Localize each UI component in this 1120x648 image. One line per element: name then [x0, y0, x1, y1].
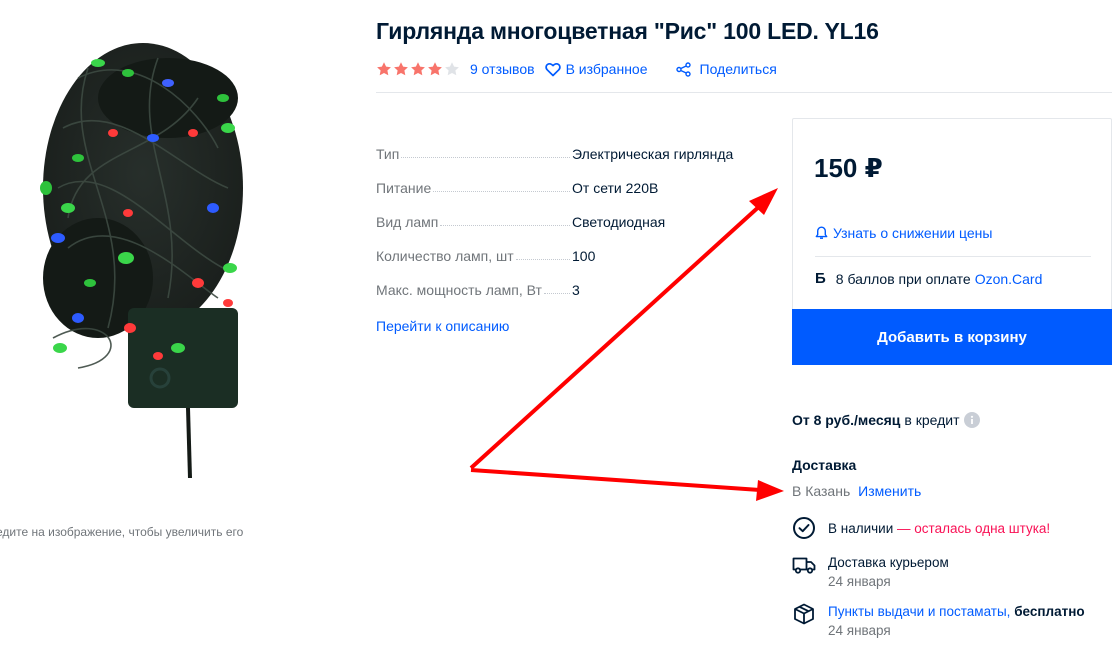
- favorite-label: В избранное: [565, 61, 648, 77]
- spec-value: Электрическая гирлянда: [572, 146, 734, 162]
- credit-row: От 8 руб./месяц в кредит: [792, 412, 980, 428]
- pickup-date: 24 января: [828, 623, 891, 638]
- courier-date: 24 января: [828, 574, 891, 589]
- courier-label: Доставка курьером: [828, 555, 949, 570]
- spec-dots: [515, 259, 570, 260]
- spec-dots: [440, 225, 570, 226]
- star-filled-icon: [394, 62, 408, 76]
- credit-suffix: в кредит: [904, 412, 960, 428]
- city-name: В Казань: [792, 483, 851, 499]
- spec-row: Макс. мощность ламп, Вт 3: [376, 280, 756, 314]
- ozon-card-link[interactable]: Ozon.Card: [975, 271, 1043, 287]
- product-meta: 9 отзывов В избранное Поделиться: [376, 60, 777, 78]
- spec-row: Количество ламп, шт 100: [376, 246, 756, 280]
- arrow-to-city: [470, 468, 761, 492]
- spec-name: Вид ламп: [376, 214, 439, 230]
- price: 150 ₽: [814, 153, 883, 183]
- notify-label: Узнать о снижении цены: [833, 225, 993, 241]
- stock-label: В наличии: [828, 521, 894, 536]
- spec-name: Макс. мощность ламп, Вт: [376, 282, 542, 298]
- spec-name: Питание: [376, 180, 432, 196]
- bell-icon: [815, 226, 828, 239]
- star-filled-icon: [377, 62, 391, 76]
- stock-row: В наличии — осталась одна штука!: [792, 516, 1050, 540]
- truck-icon: [792, 557, 816, 574]
- spec-row: Тип Электрическая гирлянда: [376, 144, 756, 178]
- box-icon: [794, 603, 814, 625]
- courier-row: Доставка курьером 24 января: [792, 553, 949, 591]
- share-label: Поделиться: [699, 61, 777, 77]
- spec-name: Количество ламп, шт: [376, 248, 514, 264]
- bonus-text: 8 баллов при оплате: [835, 270, 971, 287]
- share-button[interactable]: Поделиться: [675, 61, 777, 77]
- price-drop-notify-link[interactable]: Узнать о снижении цены: [815, 225, 992, 241]
- spec-row: Вид ламп Светодиодная: [376, 212, 756, 246]
- spec-dots: [401, 157, 570, 158]
- pickup-row: Пункты выдачи и постаматы, бесплатно 24 …: [792, 602, 1085, 640]
- spec-name: Тип: [376, 146, 400, 162]
- description-link[interactable]: Перейти к описанию: [376, 318, 509, 334]
- delivery-city-row: В Казань Изменить: [792, 483, 921, 499]
- spec-value: 100: [572, 248, 596, 264]
- info-icon[interactable]: [963, 412, 980, 428]
- spec-row: Питание От сети 220В: [376, 178, 756, 212]
- add-to-cart-button[interactable]: Добавить в корзину: [792, 309, 1112, 365]
- delivery-title: Доставка: [792, 457, 857, 473]
- share-icon: [675, 61, 691, 77]
- specs-list: Тип Электрическая гирлянда Питание От се…: [376, 144, 756, 314]
- heart-icon: [544, 62, 561, 76]
- reviews-link[interactable]: 9 отзывов: [470, 61, 535, 77]
- zoom-hint: едите на изображение, чтобы увеличить ег…: [0, 525, 244, 539]
- star-empty-icon: [445, 62, 459, 76]
- spec-value: 3: [572, 282, 580, 298]
- product-title: Гирлянда многоцветная "Рис" 100 LED. YL1…: [376, 18, 879, 44]
- pickup-price: бесплатно: [1014, 604, 1085, 619]
- spec-dots: [543, 293, 570, 294]
- change-city-link[interactable]: Изменить: [858, 483, 921, 499]
- divider: [815, 256, 1091, 257]
- star-filled-icon: [411, 62, 425, 76]
- pickup-points-link[interactable]: Пункты выдачи и постаматы,: [828, 604, 1010, 619]
- spec-dots: [433, 191, 570, 192]
- favorite-button[interactable]: В избранное: [544, 61, 648, 77]
- star-filled-icon: [428, 62, 442, 76]
- spec-value: От сети 220В: [572, 180, 659, 196]
- product-image[interactable]: [18, 38, 258, 478]
- stock-warning: — осталась одна штука!: [897, 521, 1051, 536]
- spec-value: Светодиодная: [572, 214, 666, 230]
- arrow-head: [756, 480, 784, 501]
- check-circle-icon: [793, 517, 815, 539]
- rating-stars[interactable]: [376, 61, 460, 77]
- credit-amount: От 8 руб./месяц: [792, 412, 901, 428]
- bonus-row: Б 8 баллов при оплате Ozon.Card: [815, 270, 1042, 287]
- divider: [376, 92, 1112, 93]
- bonus-icon: Б: [815, 270, 826, 287]
